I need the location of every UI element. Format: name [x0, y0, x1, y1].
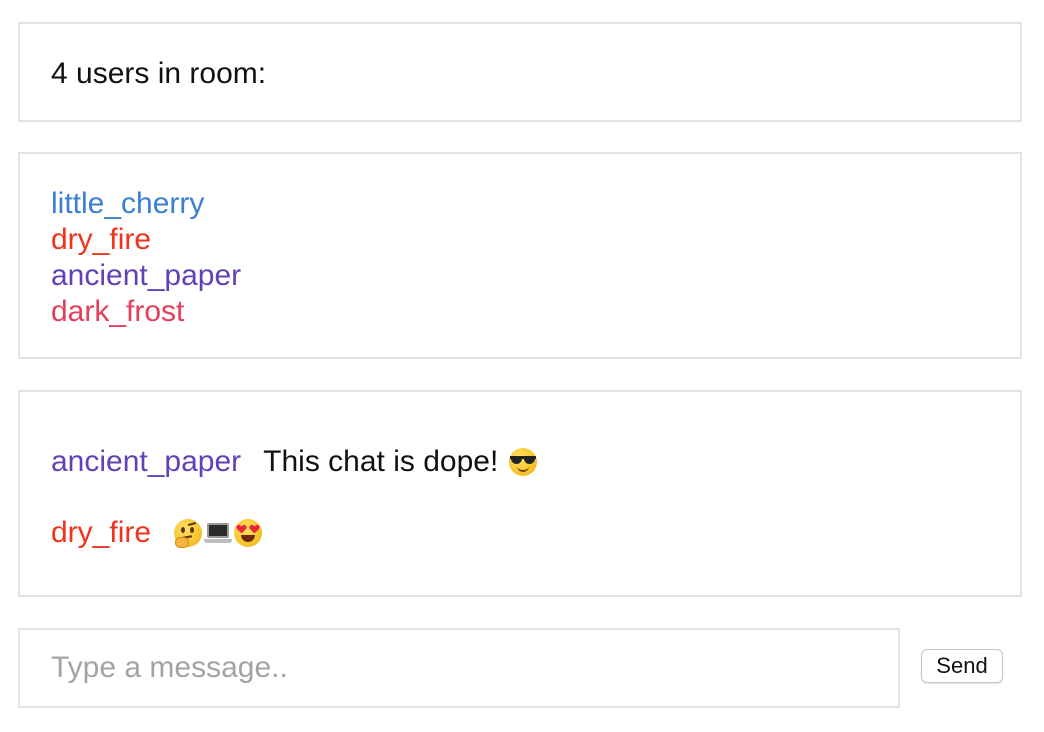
user-list-item: ancient_paper — [51, 259, 242, 292]
message-input[interactable] — [18, 628, 900, 708]
message-username: dry_fire — [51, 516, 152, 549]
user-list: little_cherry dry_fire ancient_paper dar… — [51, 186, 241, 330]
chat-message: ancient_paper This chat is dope! — [51, 442, 538, 482]
user-list-item: little_cherry — [51, 187, 205, 220]
laptop-icon — [203, 518, 233, 548]
user-list-panel: little_cherry dry_fire ancient_paper dar… — [18, 152, 1022, 359]
user-count-text: 4 users in room: — [51, 57, 267, 90]
sunglasses-face-icon — [508, 447, 538, 477]
thinking-face-icon — [173, 518, 203, 548]
message-text-wrap — [173, 518, 263, 548]
user-count-panel: 4 users in room: — [18, 22, 1022, 122]
message-username: ancient_paper — [51, 445, 242, 478]
user-list-item: dark_frost — [51, 295, 185, 328]
message-text-wrap: This chat is dope! — [263, 445, 538, 479]
heart-eyes-face-icon — [233, 518, 263, 548]
send-button[interactable]: Send — [921, 649, 1003, 683]
message-text: This chat is dope! — [263, 445, 499, 478]
message-log: ancient_paper This chat is dope! dry_fir… — [18, 390, 1022, 597]
user-list-item: dry_fire — [51, 223, 152, 256]
chat-message: dry_fire — [51, 513, 263, 553]
